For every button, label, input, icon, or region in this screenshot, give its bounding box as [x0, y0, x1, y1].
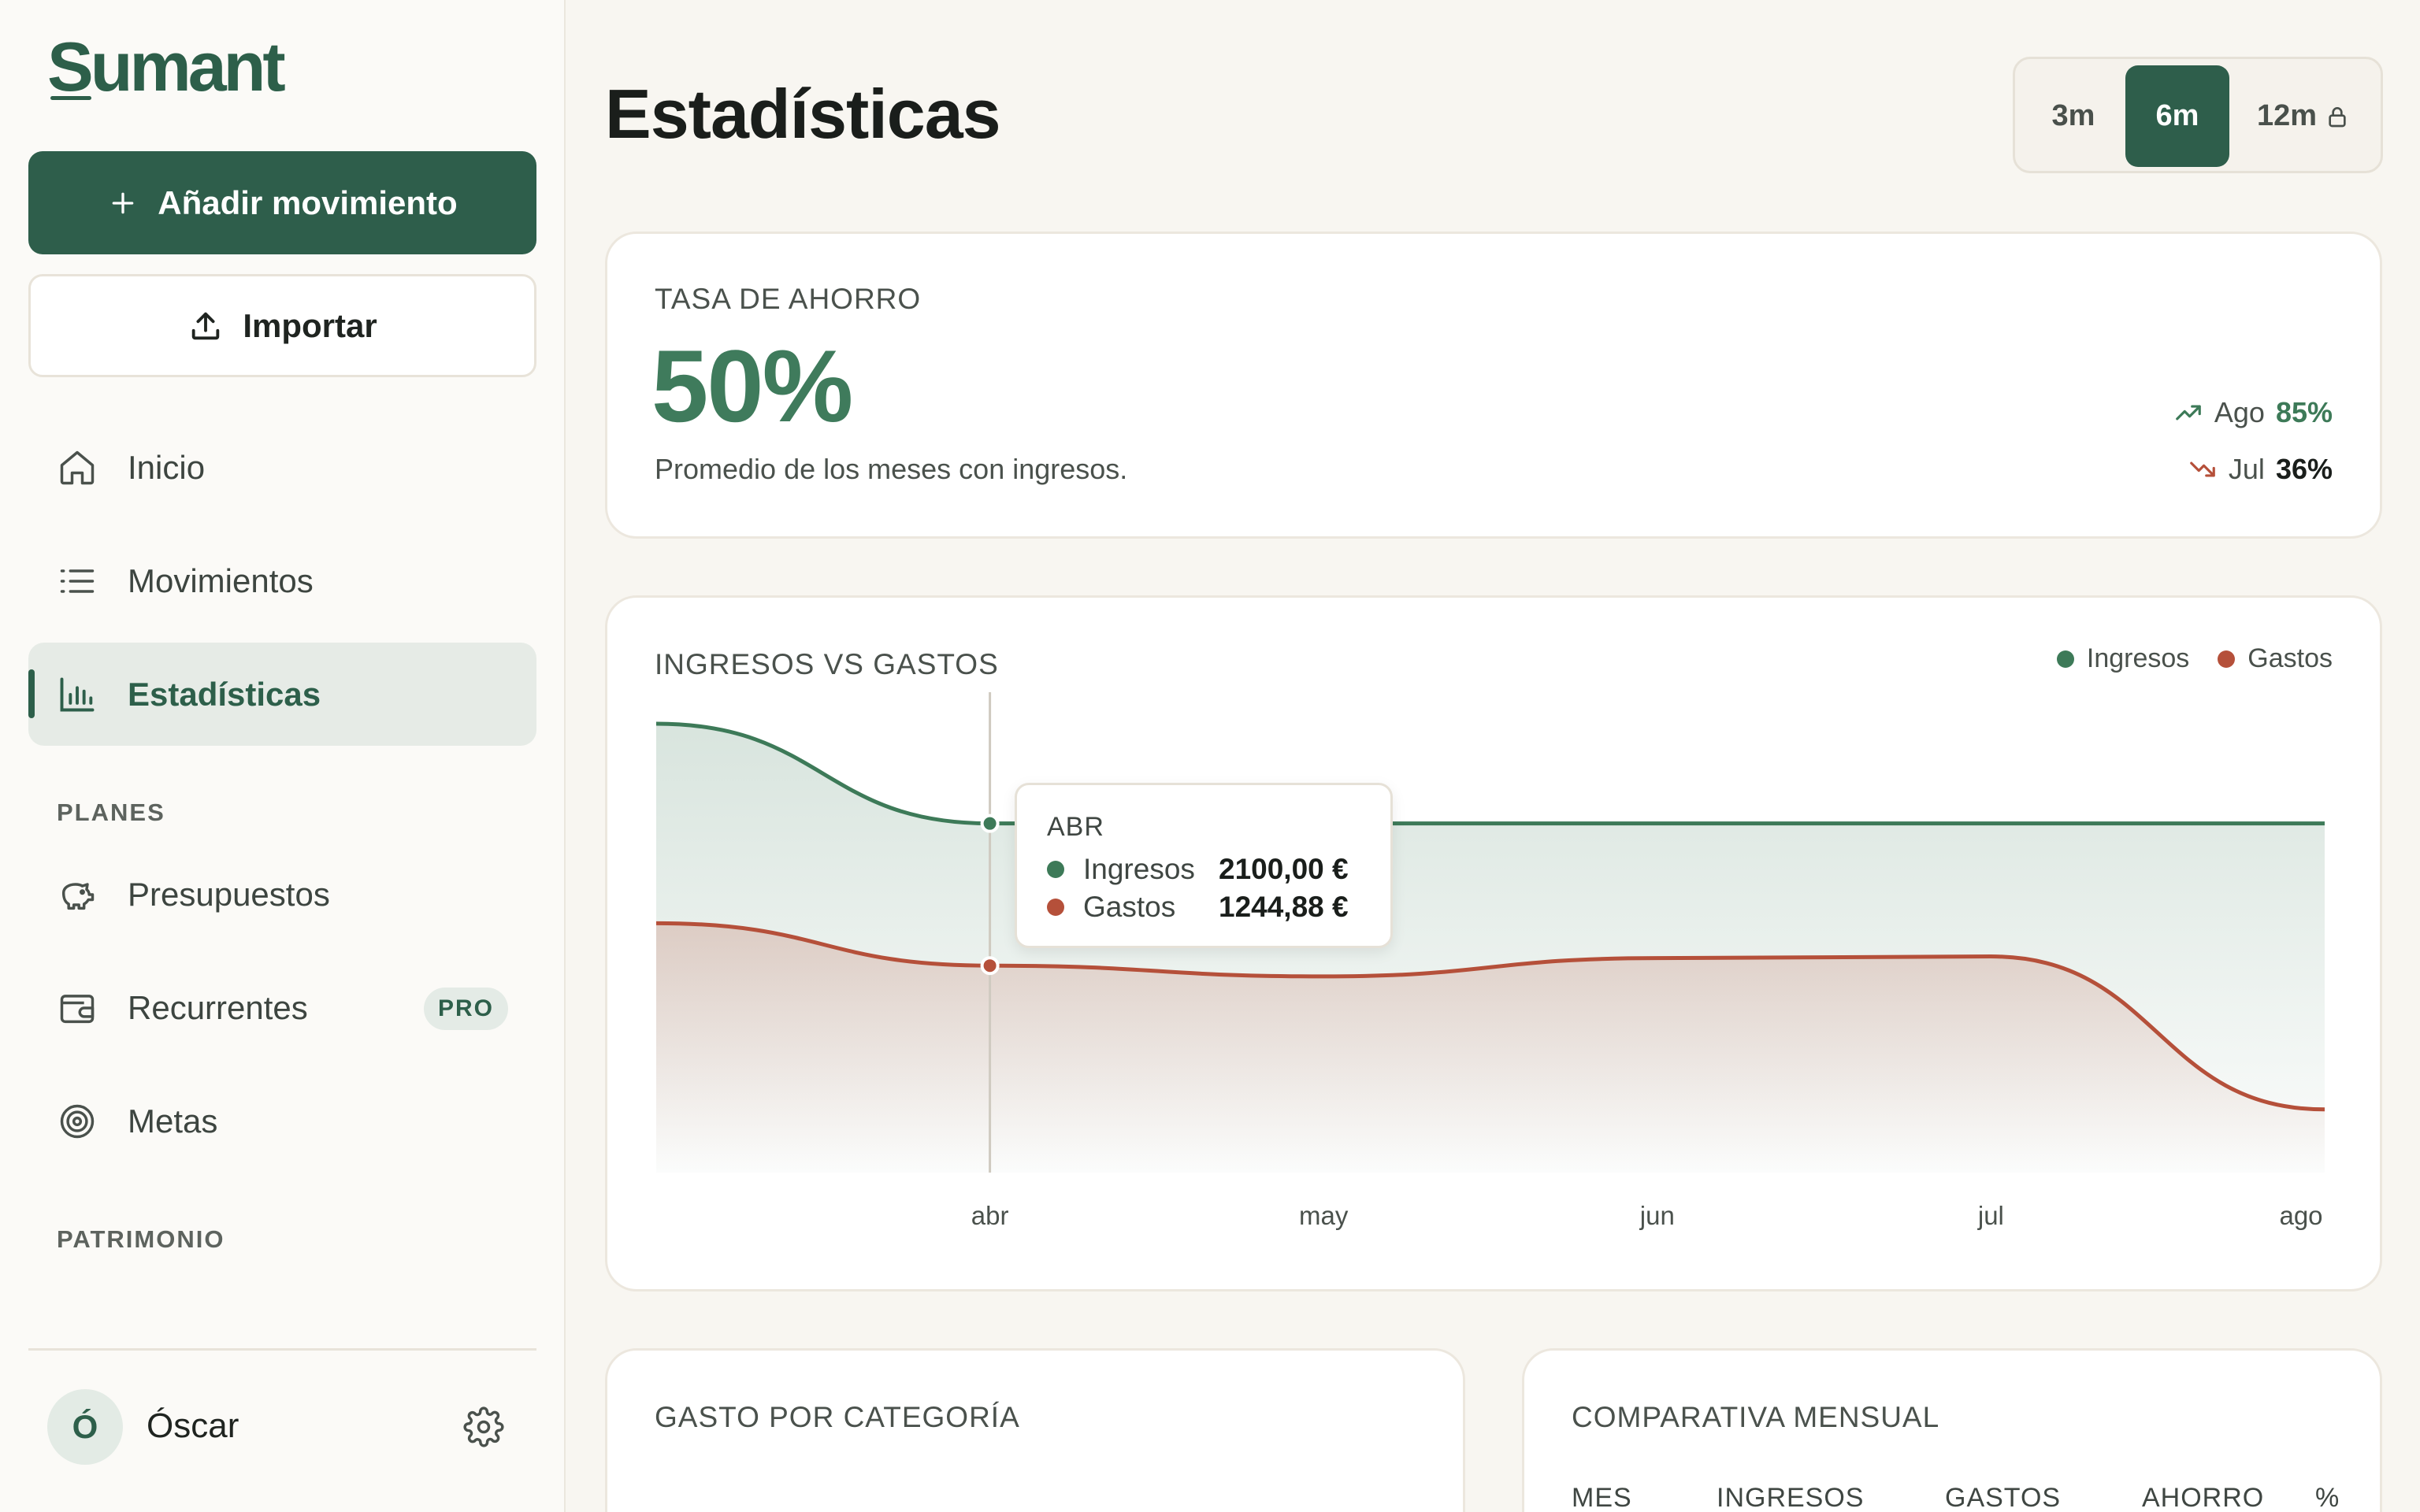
savings-rate-card: TASA DE AHORRO 50% Promedio de los meses…	[605, 232, 2382, 539]
range-6m-button[interactable]: 6m	[2125, 65, 2229, 167]
x-tick-label: may	[1299, 1201, 1349, 1230]
page-title: Estadísticas	[605, 75, 1001, 153]
trending-up-icon	[2176, 405, 2201, 421]
nav-item-metas[interactable]: Metas	[28, 1069, 536, 1173]
tooltip-month: ABR	[1047, 812, 1104, 842]
pro-badge: PRO	[423, 988, 508, 1030]
avatar[interactable]: Ó	[47, 1389, 123, 1465]
plus-icon	[112, 192, 134, 213]
chart-tooltip: ABR Ingresos 2100,00 € Gastos 1244,88 €	[1015, 783, 1393, 948]
income-vs-expenses-chart[interactable]	[607, 598, 2385, 1294]
tooltip-expenses-row: Gastos 1244,88 €	[1047, 891, 1349, 924]
range-label: 6m	[2155, 99, 2199, 132]
column-header-gastos[interactable]: GASTOS	[1945, 1483, 2061, 1512]
tooltip-income-row: Ingresos 2100,00 €	[1047, 853, 1349, 886]
nav-item-inicio[interactable]: Inicio	[28, 416, 536, 519]
nav-item-estadisticas[interactable]: Estadísticas	[28, 643, 536, 746]
range-selector: 3m 6m 12m	[2013, 57, 2383, 173]
income-point[interactable]	[980, 813, 1000, 833]
user-name[interactable]: Óscar	[147, 1406, 239, 1446]
nav-label: Estadísticas	[128, 675, 321, 713]
section-label-planes: PLANES	[57, 799, 165, 826]
income-vs-expenses-card: INGRESOS VS GASTOS Ingresos Gastos abr ma…	[605, 595, 2382, 1292]
nav-label: Metas	[128, 1102, 218, 1140]
income-line	[655, 721, 2325, 826]
range-label: 3m	[2051, 99, 2095, 132]
import-button[interactable]: Importar	[28, 274, 536, 377]
nav-label: Presupuestos	[128, 875, 330, 913]
expenses-point[interactable]	[980, 956, 1000, 976]
tooltip-income-label: Ingresos	[1083, 853, 1195, 885]
target-icon	[60, 1104, 95, 1139]
savings-rate-subtitle: Promedio de los meses con ingresos.	[655, 453, 1128, 485]
worst-month-row: Jul 36%	[2188, 453, 2333, 486]
monthly-comparison-card: COMPARATIVA MENSUAL MES INGRESOS GASTOS …	[1522, 1348, 2382, 1512]
tooltip-income-dot	[1047, 861, 1064, 878]
app-logo[interactable]: Sumant	[47, 27, 286, 107]
home-icon	[60, 450, 95, 485]
sidebar: Sumant Añadir movimiento Importar Inicio…	[0, 0, 566, 1512]
tooltip-expenses-dot	[1047, 899, 1064, 916]
worst-month-value: 36%	[2275, 453, 2333, 485]
add-transaction-button[interactable]: Añadir movimiento	[28, 151, 536, 254]
best-month-row: Ago 85%	[2173, 396, 2333, 429]
wallet-icon	[60, 995, 95, 1024]
upload-icon	[192, 312, 220, 339]
tooltip-expenses-value: 1244,88 €	[1219, 891, 1349, 923]
savings-rate-label: TASA DE AHORRO	[655, 283, 922, 315]
x-tick-label: jun	[1639, 1201, 1675, 1230]
nav-item-recurrentes[interactable]: Recurrentes PRO	[28, 956, 536, 1059]
range-3m-button[interactable]: 3m	[2025, 65, 2122, 167]
add-transaction-label: Añadir movimiento	[158, 183, 458, 221]
nav-item-presupuestos[interactable]: Presupuestos	[28, 843, 536, 946]
import-label: Importar	[243, 306, 377, 344]
nav-label: Movimientos	[128, 561, 314, 599]
best-month-label: Ago	[2214, 396, 2265, 428]
lock-icon	[2329, 106, 2346, 127]
range-12m-button[interactable]: 12m	[2233, 65, 2374, 167]
piggy-bank-icon	[61, 883, 95, 910]
best-month-value: 85%	[2275, 396, 2333, 428]
savings-rate-value: 50%	[651, 328, 853, 443]
gear-icon[interactable]	[463, 1406, 504, 1447]
range-label: 12m	[2256, 99, 2318, 132]
column-header-ahorro[interactable]: AHORRO	[2142, 1483, 2264, 1512]
column-header-ingresos[interactable]: INGRESOS	[1717, 1483, 1864, 1512]
column-header-mes[interactable]: MES	[1572, 1483, 1632, 1512]
nav-item-movimientos[interactable]: Movimientos	[28, 529, 536, 632]
x-tick-label: ago	[2279, 1201, 2323, 1230]
x-tick-label: jul	[1977, 1201, 2004, 1230]
x-tick-label: abr	[971, 1201, 1009, 1230]
sidebar-divider	[28, 1348, 536, 1351]
nav-label: Recurrentes	[128, 988, 308, 1026]
section-label-patrimonio: PATRIMONIO	[57, 1225, 225, 1253]
bar-chart-icon	[60, 677, 95, 712]
list-icon	[60, 569, 95, 593]
column-header-pct[interactable]: %	[2315, 1483, 2340, 1512]
category-spending-card: GASTO POR CATEGORÍA	[605, 1348, 1465, 1512]
tooltip-expenses-label: Gastos	[1083, 891, 1176, 923]
tooltip-income-value: 2100,00 €	[1219, 853, 1349, 885]
nav-label: Inicio	[128, 448, 206, 486]
worst-month-label: Jul	[2228, 453, 2265, 485]
trending-down-icon	[2190, 461, 2215, 477]
monthly-comparison-title: COMPARATIVA MENSUAL	[1572, 1401, 1940, 1433]
category-spending-title: GASTO POR CATEGORÍA	[655, 1401, 1020, 1433]
logo-underline	[50, 96, 91, 100]
